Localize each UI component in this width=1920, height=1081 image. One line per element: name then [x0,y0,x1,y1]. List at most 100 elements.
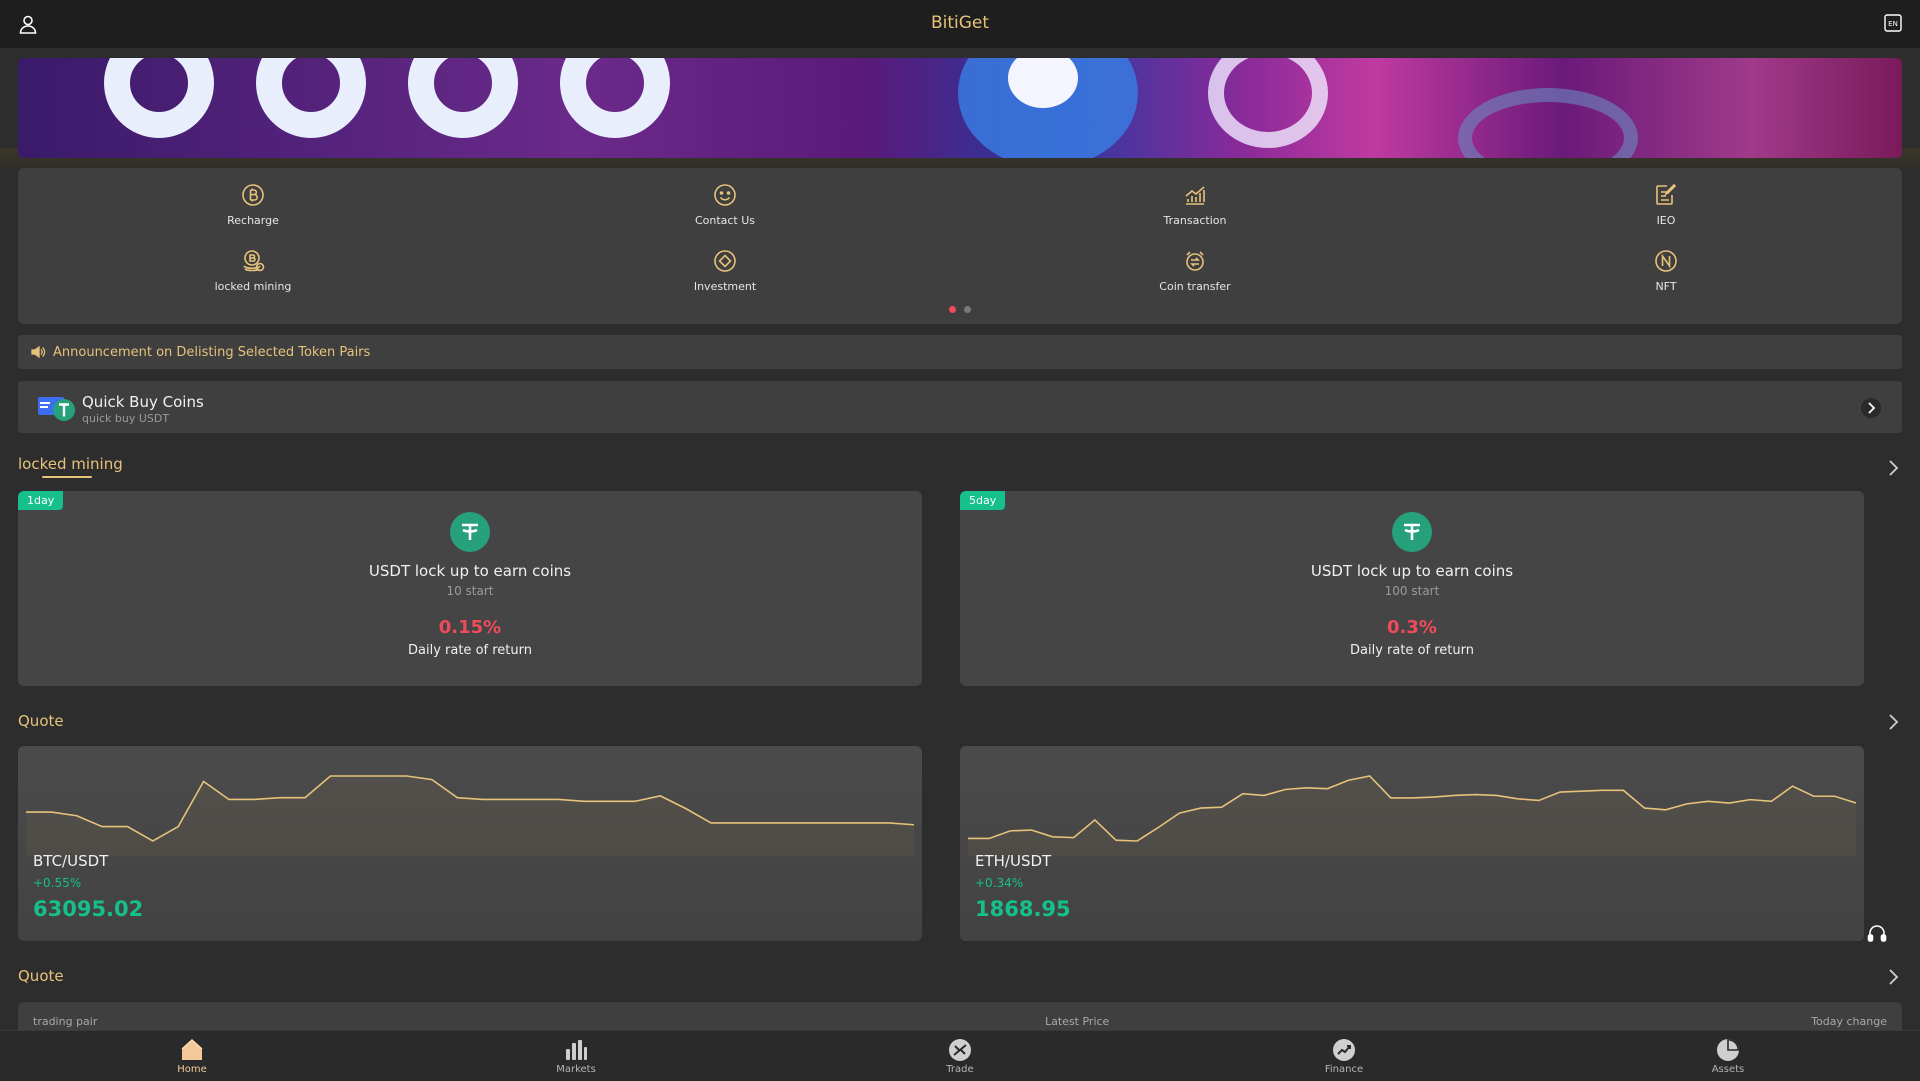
mining-card[interactable]: 1day USDT lock up to earn coins 10 start… [18,491,922,686]
mining-rate: 0.3% [1387,617,1437,638]
nft-badge-icon [1655,250,1677,272]
menu-label: IEO [1656,214,1676,227]
menu-label: Coin transfer [1159,280,1231,293]
top-bar: BitiGet EN [0,0,1920,48]
transfer-icon [1186,251,1204,271]
trade-icon [949,1039,971,1061]
function-menu: Recharge Contact Us Transaction IEO lock… [18,168,1902,324]
banner-ring [104,58,214,138]
sparkline-chart [968,775,1857,856]
quote-pair: BTC/USDT [33,852,109,870]
menu-item-recharge[interactable]: Recharge [153,182,353,227]
sparkline-area [968,776,1856,856]
tab-label: Trade [946,1064,974,1075]
bottom-nav: Home Markets Trade Finance Assets [0,1030,1920,1081]
duration-badge: 5day [960,491,1006,510]
section-title-quote-list: Quote [18,967,64,985]
banner-shape [1458,88,1638,158]
column-header-change: Today change [1811,1015,1887,1028]
sparkline-area [26,776,914,856]
menu-item-ieo[interactable]: IEO [1566,182,1766,227]
quick-buy-coins[interactable]: Quick Buy Coins quick buy USDT [18,381,1902,433]
tab-label: Home [177,1064,207,1075]
coin-stack-icon [243,250,265,272]
quick-buy-subtitle: quick buy USDT [82,412,170,425]
menu-label: locked mining [214,280,292,293]
menu-pager [18,306,1902,313]
mining-rate-label: Daily rate of return [1350,643,1474,658]
speaker-icon [31,345,46,359]
banner-ring [256,58,366,138]
trend-chart-icon [1185,186,1205,205]
tab-label: Assets [1711,1064,1745,1075]
column-header-price: Latest Price [1045,1015,1110,1028]
chevron-right-icon[interactable] [1886,459,1900,477]
bar-chart-icon [566,1040,587,1060]
smiley-face-icon [714,184,736,206]
home-icon [181,1038,203,1060]
language-badge: EN [1888,20,1898,28]
section-underline [42,476,92,478]
bitcoin-coin-icon [242,184,264,206]
pager-dot-active[interactable] [949,306,956,313]
headset-support-icon[interactable] [1865,922,1889,946]
usdt-coin-icon [450,512,490,552]
tab-label: Finance [1324,1064,1364,1075]
quote-change: +0.55% [33,876,82,890]
pager-dot[interactable] [964,306,971,313]
duration-badge: 1day [18,491,64,510]
quote-price: 1868.95 [975,897,1071,921]
language-icon[interactable]: EN [1884,14,1902,32]
usdt-coin-icon [1392,512,1432,552]
menu-label: Contact Us [694,214,756,227]
quote-price: 63095.02 [33,897,144,921]
mining-title: USDT lock up to earn coins [368,562,572,580]
diamond-circle-icon [714,250,736,272]
menu-item-locked-mining[interactable]: locked mining [153,248,353,293]
tab-markets[interactable]: Markets [536,1037,616,1075]
sparkline-chart [26,775,915,856]
mining-card[interactable]: 5day USDT lock up to earn coins 100 star… [960,491,1864,686]
tab-label: Markets [556,1064,596,1075]
quote-pair: ETH/USDT [975,852,1052,870]
tab-assets[interactable]: Assets [1688,1037,1768,1075]
promo-banner[interactable] [18,58,1902,158]
column-header-pair: trading pair [33,1015,98,1028]
section-title-quote: Quote [18,712,64,730]
usdt-card-icon [38,397,75,421]
banner-ring [560,58,670,138]
tab-home[interactable]: Home [152,1037,232,1075]
menu-label: NFT [1655,280,1677,293]
quote-change: +0.34% [975,876,1024,890]
quote-card-btc[interactable]: BTC/USDT +0.55% 63095.02 [18,746,922,941]
mining-rate: 0.15% [438,617,502,638]
section-title-locked-mining: locked mining [18,455,123,473]
menu-item-nft[interactable]: NFT [1566,248,1766,293]
banner-ring [408,58,518,138]
chevron-right-icon[interactable] [1860,397,1882,419]
mining-title: USDT lock up to earn coins [1310,562,1514,580]
mining-start: 10 start [446,584,494,598]
tab-trade[interactable]: Trade [920,1037,1000,1075]
menu-item-contact-us[interactable]: Contact Us [625,182,825,227]
chevron-right-icon[interactable] [1886,968,1900,986]
document-edit-icon [1656,183,1677,205]
menu-item-investment[interactable]: Investment [625,248,825,293]
menu-label: Recharge [227,214,279,227]
chevron-right-icon[interactable] [1886,713,1900,731]
finance-icon [1333,1039,1355,1061]
menu-label: Investment [693,280,757,293]
pie-chart-icon [1717,1039,1739,1061]
quick-buy-title: Quick Buy Coins [82,393,204,411]
mining-rate-label: Daily rate of return [408,643,532,658]
mining-start: 100 start [1384,584,1440,598]
menu-item-transaction[interactable]: Transaction [1095,182,1295,227]
app-title: BitiGet [930,13,990,33]
menu-item-coin-transfer[interactable]: Coin transfer [1095,248,1295,293]
tab-finance[interactable]: Finance [1304,1037,1384,1075]
announcement-bar[interactable]: Announcement on Delisting Selected Token… [18,335,1902,369]
banner-shape [1208,58,1328,148]
menu-label: Transaction [1163,214,1227,227]
quote-card-eth[interactable]: ETH/USDT +0.34% 1868.95 [960,746,1864,941]
announcement-text: Announcement on Delisting Selected Token… [53,345,371,360]
